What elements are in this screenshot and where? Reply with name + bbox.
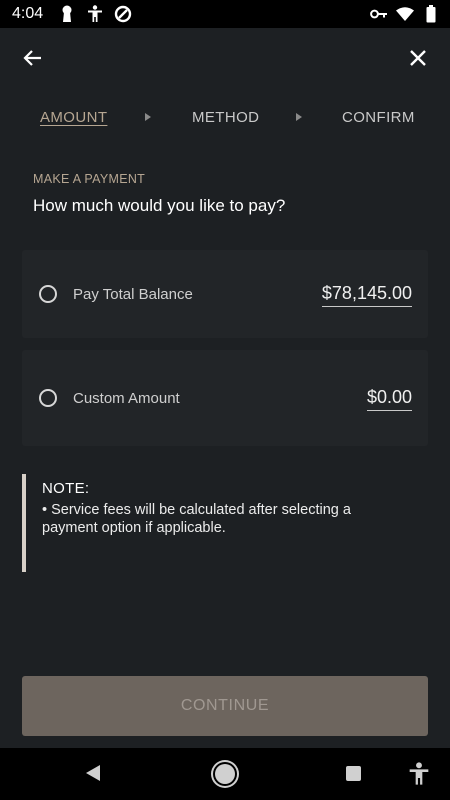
close-button[interactable] bbox=[404, 44, 432, 72]
step-separator-icon bbox=[296, 113, 302, 121]
step-confirm[interactable]: CONFIRM bbox=[342, 109, 415, 126]
note-text: • Service fees will be calculated after … bbox=[42, 502, 351, 536]
status-time: 4:04 bbox=[12, 5, 44, 22]
app-bar bbox=[0, 28, 450, 86]
note-accent-bar bbox=[22, 474, 26, 572]
radio-button[interactable] bbox=[39, 389, 57, 407]
step-method[interactable]: METHOD bbox=[192, 109, 259, 126]
option-label: Pay Total Balance bbox=[73, 286, 193, 303]
recents-square-icon[interactable] bbox=[346, 766, 361, 781]
page-title: How much would you like to pay? bbox=[33, 196, 286, 215]
system-nav-bar bbox=[0, 748, 450, 800]
note-title: NOTE: bbox=[42, 480, 90, 497]
accessibility-icon bbox=[86, 5, 104, 23]
total-balance-amount: $78,145.00 bbox=[321, 283, 412, 307]
continue-button[interactable]: CONTINUE bbox=[22, 676, 428, 736]
wifi-icon bbox=[396, 5, 414, 23]
arrow-left-icon bbox=[23, 50, 41, 66]
status-icons-left bbox=[58, 5, 132, 23]
note-box: NOTE: • Service fees will be calculated … bbox=[22, 474, 428, 572]
vpn-key-icon bbox=[370, 5, 388, 23]
custom-amount-input[interactable]: $0.00 bbox=[366, 387, 412, 411]
step-separator-icon bbox=[145, 113, 151, 121]
back-button[interactable] bbox=[18, 44, 46, 72]
section-label: MAKE A PAYMENT bbox=[33, 172, 146, 186]
step-amount[interactable]: AMOUNT bbox=[40, 109, 107, 126]
close-icon bbox=[410, 50, 426, 66]
option-pay-total-balance[interactable]: Pay Total Balance $78,145.00 bbox=[22, 250, 428, 338]
sync-icon bbox=[114, 5, 132, 23]
option-label: Custom Amount bbox=[73, 390, 180, 407]
back-triangle-icon[interactable] bbox=[86, 765, 100, 781]
home-circle-icon[interactable] bbox=[215, 764, 235, 784]
battery-icon bbox=[422, 5, 440, 23]
keyhole-icon bbox=[58, 5, 76, 23]
accessibility-icon[interactable] bbox=[408, 762, 430, 786]
option-custom-amount[interactable]: Custom Amount $0.00 bbox=[22, 350, 428, 446]
payment-stepper: AMOUNT METHOD CONFIRM bbox=[0, 106, 450, 130]
status-bar: 4:04 bbox=[0, 0, 450, 28]
radio-button[interactable] bbox=[39, 285, 57, 303]
status-icons-right bbox=[370, 5, 440, 23]
